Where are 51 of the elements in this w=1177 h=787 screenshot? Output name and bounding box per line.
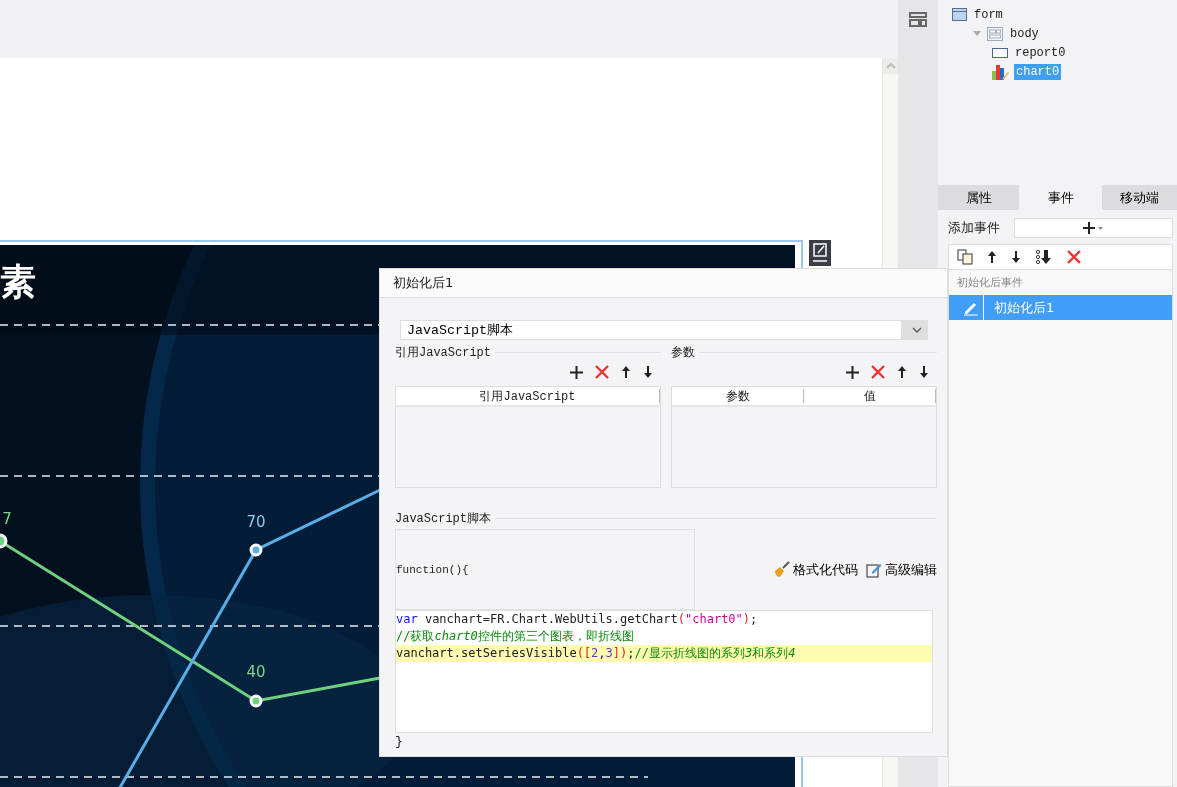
add-icon[interactable] xyxy=(570,365,583,379)
section-title: JavaScript脚本 xyxy=(395,511,491,527)
data-label: 7 xyxy=(2,510,12,528)
delete-icon[interactable] xyxy=(871,365,885,379)
column-header: 值 xyxy=(804,389,936,403)
section-title: 引用JavaScript xyxy=(395,345,491,361)
chart-icon xyxy=(992,63,1009,80)
column-header: 参数 xyxy=(672,389,804,403)
add-dropdown-icon xyxy=(1082,221,1105,235)
code-line: //获取chart0控件的第三个图表，即折线图 xyxy=(396,628,635,645)
move-bottom-icon[interactable] xyxy=(1035,249,1053,265)
move-up-icon[interactable] xyxy=(987,250,997,264)
advanced-edit-button[interactable]: 高级编辑 xyxy=(866,560,937,579)
code-line: var vanchart=FR.Chart.WebUtils.getChart("chart0"); xyxy=(396,611,759,628)
move-down-icon[interactable] xyxy=(919,365,929,379)
report-icon xyxy=(992,47,1008,58)
edit-icon[interactable] xyxy=(809,240,831,266)
section-title: 参数 xyxy=(671,345,695,361)
data-point xyxy=(0,533,8,549)
dialog-title: 初始化后1 xyxy=(393,274,454,292)
add-event-label: 添加事件 xyxy=(948,219,1000,237)
copy-icon[interactable] xyxy=(957,249,973,265)
delete-icon[interactable] xyxy=(1067,250,1081,264)
function-closing: } xyxy=(395,734,404,749)
layout-icon[interactable] xyxy=(909,12,927,27)
data-point xyxy=(249,694,263,708)
edit-icon xyxy=(866,561,882,578)
move-down-icon[interactable] xyxy=(643,365,653,379)
broom-icon xyxy=(773,561,790,578)
format-code-button[interactable]: 格式化代码 xyxy=(773,560,858,579)
layout-icon xyxy=(987,26,1003,41)
tree-item[interactable]: report0 xyxy=(1013,44,1068,61)
code-editor[interactable]: var vanchart=FR.Chart.WebUtils.getChart("chart0"); //获取chart0控件的第三个图表，即折线图 vanchart.setSeriesVisible([2,3]);//显示折线图的系列3和系列4 xyxy=(395,610,933,733)
delete-icon[interactable] xyxy=(595,365,609,379)
add-icon[interactable] xyxy=(846,365,859,379)
data-label: 40 xyxy=(246,663,266,681)
form-icon xyxy=(952,8,967,21)
tree-item[interactable]: form xyxy=(972,6,1005,23)
chevron-icon xyxy=(912,327,922,333)
chart-title: 素 xyxy=(0,260,36,304)
move-up-icon[interactable] xyxy=(621,365,631,379)
move-up-icon[interactable] xyxy=(897,365,907,379)
column-header: 引用JavaScript xyxy=(396,389,660,403)
data-label: 70 xyxy=(246,513,266,531)
type-select[interactable]: JavaScript脚本 xyxy=(400,320,928,340)
event-group-label: 初始化后事件 xyxy=(956,275,1024,291)
data-point xyxy=(249,543,263,557)
panel-tab[interactable]: 事件 xyxy=(1019,185,1102,210)
move-down-icon[interactable] xyxy=(1011,250,1021,264)
tree-item[interactable]: body xyxy=(1008,25,1041,42)
function-header: function(){ xyxy=(396,563,469,576)
